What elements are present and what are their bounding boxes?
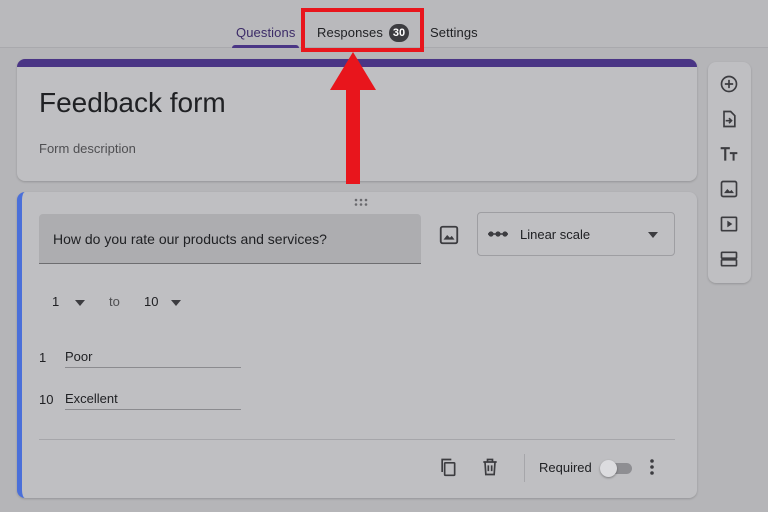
scale-to-word: to bbox=[109, 294, 120, 309]
question-card[interactable]: How do you rate our products and service… bbox=[17, 192, 697, 498]
required-label: Required bbox=[539, 460, 592, 475]
add-title-icon[interactable] bbox=[719, 144, 739, 164]
linear-scale-icon bbox=[488, 231, 508, 237]
responses-highlight-box bbox=[301, 8, 424, 52]
footer-separator bbox=[524, 454, 525, 482]
add-section-icon[interactable] bbox=[719, 249, 739, 269]
delete-icon[interactable] bbox=[480, 457, 500, 477]
red-arrow-annotation bbox=[330, 52, 376, 184]
add-question-icon[interactable] bbox=[719, 74, 739, 94]
toggle-knob bbox=[600, 460, 617, 477]
card-footer-divider bbox=[39, 439, 675, 440]
question-type-label: Linear scale bbox=[520, 227, 591, 242]
tab-settings[interactable]: Settings bbox=[430, 22, 478, 48]
form-description[interactable]: Form description bbox=[39, 141, 136, 156]
duplicate-icon[interactable] bbox=[438, 457, 458, 477]
low-label-input[interactable]: Poor bbox=[65, 346, 241, 368]
chevron-down-icon[interactable] bbox=[75, 300, 85, 306]
add-image-icon[interactable] bbox=[438, 224, 460, 246]
google-forms-editor: Questions Responses 30 Settings Feedback… bbox=[0, 0, 768, 512]
low-label-value: Poor bbox=[65, 349, 93, 364]
high-label-input[interactable]: Excellent bbox=[65, 388, 241, 410]
drag-handle-icon[interactable] bbox=[354, 198, 370, 206]
add-image-icon[interactable] bbox=[719, 179, 739, 199]
high-label-value: Excellent bbox=[65, 391, 118, 406]
low-label-number: 1 bbox=[39, 350, 47, 365]
chevron-down-icon[interactable] bbox=[171, 300, 181, 306]
add-video-icon[interactable] bbox=[719, 214, 739, 234]
scale-min-select[interactable]: 1 bbox=[52, 294, 59, 309]
question-type-dropdown[interactable]: Linear scale bbox=[477, 212, 675, 256]
tab-questions[interactable]: Questions bbox=[231, 22, 300, 48]
chevron-down-icon bbox=[648, 232, 658, 238]
more-options-icon[interactable] bbox=[648, 458, 656, 476]
scale-max-select[interactable]: 10 bbox=[144, 294, 158, 309]
question-input[interactable]: How do you rate our products and service… bbox=[39, 214, 421, 264]
question-text: How do you rate our products and service… bbox=[53, 231, 327, 247]
high-label-number: 10 bbox=[39, 392, 54, 407]
floating-toolbar bbox=[708, 62, 751, 283]
required-toggle[interactable] bbox=[600, 460, 634, 477]
import-questions-icon[interactable] bbox=[719, 109, 739, 129]
form-title[interactable]: Feedback form bbox=[39, 87, 226, 119]
